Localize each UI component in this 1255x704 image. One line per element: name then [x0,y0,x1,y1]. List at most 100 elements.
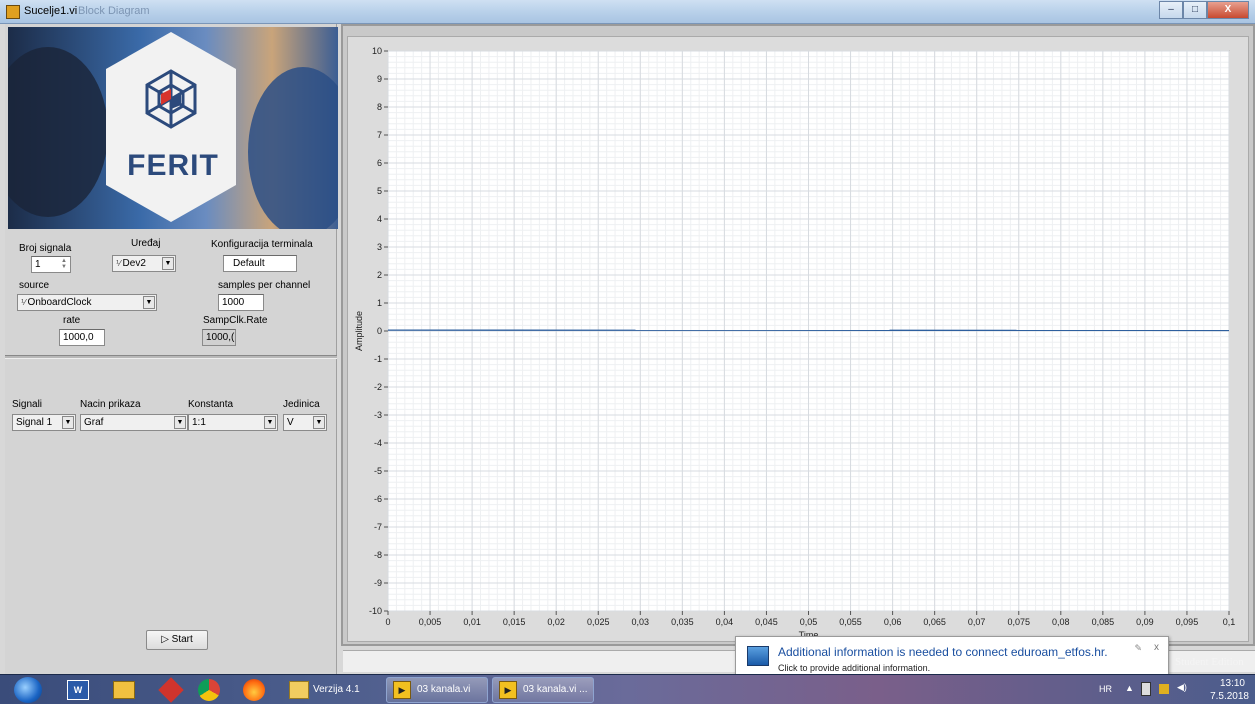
labview-task-1[interactable]: ▶ 03 kanala.vi [386,677,488,703]
y-tick-label: 4 [377,214,382,224]
window-controls: – □ X [1159,1,1249,19]
title-bar: Sucelje1.vi Block Diagram – □ X [0,0,1255,24]
spc-field[interactable]: 1000 [218,294,264,311]
windows-start-icon[interactable] [14,677,42,703]
y-tick-label: 7 [377,130,382,140]
broj-signala-numeric[interactable]: 1 ▲ ▼ [31,256,71,273]
window-subtitle: Block Diagram [78,5,150,17]
x-tick-label: 0,065 [923,617,946,627]
maximize-button[interactable]: □ [1183,1,1207,19]
hexagon-logo-icon [106,32,236,222]
source-value: OnboardClock [27,297,92,308]
mail-taskbar-icon[interactable] [104,678,144,702]
x-tick-label: 0,075 [1007,617,1030,627]
io-name-icon: ⅟ [116,259,121,268]
jedinica-select[interactable]: V ▼ [283,414,327,431]
waveform-graph[interactable]: 10 9 8 7 6 5 4 3 2 1 0 -1 -2 -3 -4 -5 -6 -7 -8 -9 -10 0 0,005 0… [347,36,1249,642]
app-red-taskbar-icon[interactable] [150,677,190,703]
firefox-taskbar-icon[interactable] [243,679,265,701]
y-tick-label: 2 [377,270,382,280]
language-indicator[interactable]: HR [1099,684,1112,694]
sampclk-indicator: 1000,( [202,329,236,346]
section-divider[interactable] [5,355,337,359]
y-tick-label: 5 [377,186,382,196]
konstanta-label: Konstanta [188,399,234,410]
x-tick-label: 0 [385,617,390,627]
network-icon [747,646,769,666]
start-button[interactable]: ▷ Start [146,630,208,650]
settings-icon[interactable]: ✎ [1134,643,1142,654]
clock-date[interactable]: 7.5.2018 [1210,691,1249,702]
source-select[interactable]: ⅟ OnboardClock ▼ [17,294,157,311]
y-tick-label: -1 [374,354,382,364]
chevron-down-icon[interactable]: ▼ [62,416,74,429]
window-title: Sucelje1.vi [24,5,78,17]
source-label: source [19,280,50,291]
network-warning-icon[interactable] [1159,684,1169,694]
rate-label: rate [63,315,81,326]
chevron-down-icon[interactable]: ▼ [264,416,276,429]
y-tick-label: 1 [377,298,382,308]
x-tick-label: 0,09 [1136,617,1154,627]
x-tick-label: 0,045 [755,617,778,627]
jedinica-value: V [287,417,294,428]
y-tick-label: 0 [377,326,382,336]
battery-icon[interactable] [1141,682,1151,696]
minimize-button[interactable]: – [1159,1,1183,19]
x-tick-label: 0,06 [884,617,902,627]
y-tick-label: 10 [372,46,382,56]
spinner-icon[interactable]: ▲ ▼ [59,258,69,271]
x-tick-label: 0,1 [1223,617,1236,627]
volume-icon[interactable]: ◀) [1177,682,1187,693]
labview-task-2[interactable]: ▶ 03 kanala.vi ... [492,677,594,703]
y-tick-label: -5 [374,466,382,476]
y-axis-label: Amplitude [354,311,364,351]
nacin-select[interactable]: Graf ▼ [80,414,188,431]
konfig-label: Konfiguracija terminala [211,239,313,250]
notification-close-button[interactable]: x [1154,642,1159,653]
signali-value: Signal 1 [16,417,53,428]
folder-taskbar-item[interactable]: Verzija 4.1 [282,677,380,703]
spc-value: 1000 [222,297,245,308]
close-button[interactable]: X [1207,1,1249,19]
notification-title: Additional information is needed to conn… [778,645,1108,659]
konfig-field[interactable]: Default [223,255,297,272]
nacin-label: Nacin prikaza [80,399,141,410]
broj-signala-value: 1 [35,259,41,270]
x-tick-label: 0,005 [419,617,442,627]
chevron-down-icon[interactable]: ▼ [162,257,174,270]
folder-icon [289,681,309,699]
chrome-taskbar-icon[interactable] [198,679,220,701]
notification-subtitle: Click to provide additional information. [778,663,931,673]
x-tick-label: 0,025 [587,617,610,627]
uredaj-select[interactable]: ⅟ Dev2 ▼ [112,255,176,272]
x-tick-label: 0,01 [463,617,481,627]
x-tick-label: 0,095 [1176,617,1199,627]
chevron-down-icon[interactable]: ▼ [174,416,186,429]
y-tick-label: -10 [369,606,382,616]
chevron-down-icon[interactable]: ▼ [143,296,155,309]
play-icon: ▷ [161,634,172,645]
x-tick-label: 0,08 [1052,617,1070,627]
broj-signala-label: Broj signala [19,243,72,254]
y-tick-label: -6 [374,494,382,504]
logo-text: FERIT [127,149,219,182]
konstanta-select[interactable]: 1:1 ▼ [188,414,278,431]
y-tick-label: 3 [377,242,382,252]
sampclk-label: SampClk.Rate [203,315,268,326]
signali-select[interactable]: Signal 1 ▼ [12,414,76,431]
start-label: Start [171,634,193,645]
io-name-icon: ⅟ [21,298,26,307]
y-tick-label: -2 [374,382,382,392]
nacin-value: Graf [84,417,104,428]
word-taskbar-icon[interactable]: W [58,678,98,702]
clock-time[interactable]: 13:10 [1220,678,1245,689]
konfig-value: Default [233,258,265,269]
rate-field[interactable]: 1000,0 [59,329,105,346]
rate-value: 1000,0 [63,332,94,343]
konstanta-value: 1:1 [192,417,206,428]
jedinica-label: Jedinica [283,399,320,410]
tray-expand-icon[interactable]: ▲ [1125,683,1134,693]
chevron-down-icon[interactable]: ▼ [313,416,325,429]
x-tick-label: 0,05 [800,617,818,627]
